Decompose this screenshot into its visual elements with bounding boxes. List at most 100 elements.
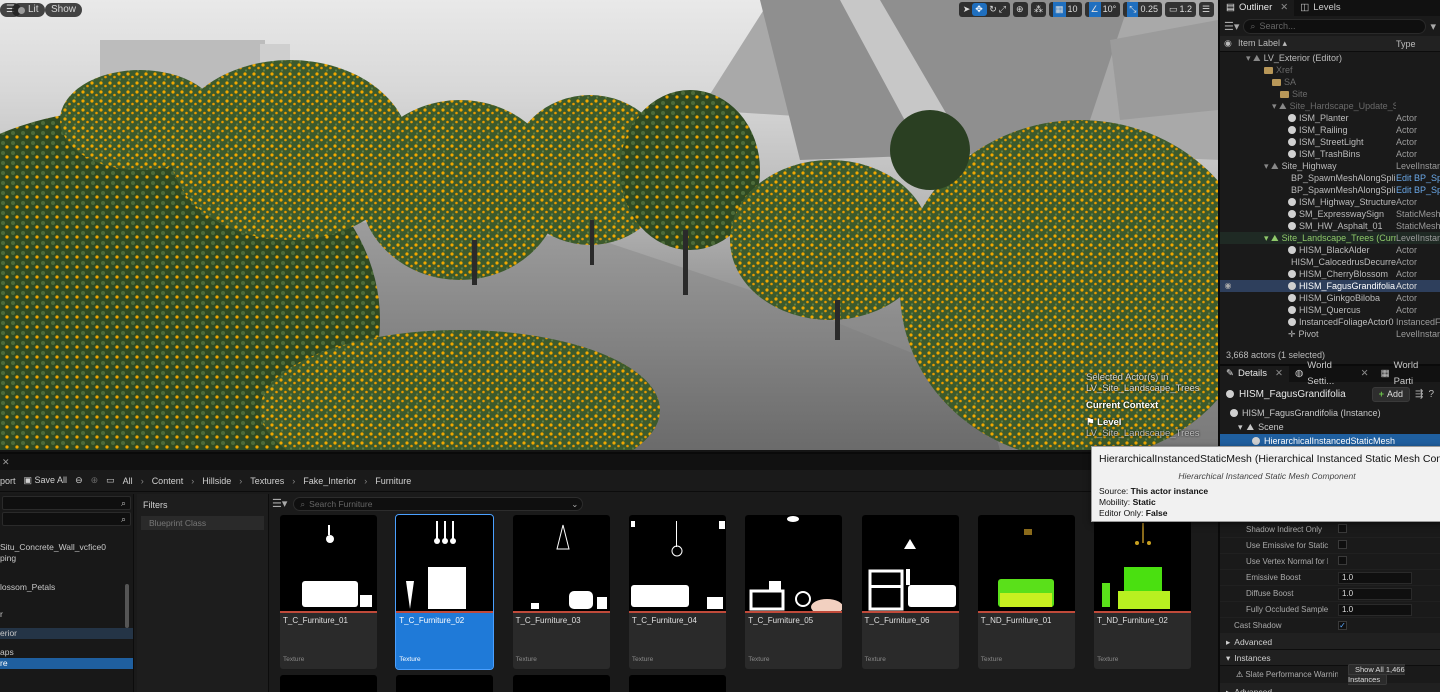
settings-icon[interactable]: ▾: [1430, 20, 1436, 33]
level-viewport[interactable]: ☰ Lit Show ➤ ✥ ↻ ⤢ ⊕ ⁂ ▦ 10 ∠ 10° ⤡ 0.25 ▭ 1…: [0, 0, 1218, 450]
outliner-row[interactable]: ISM_StreetLight Actor: [1220, 136, 1440, 148]
outliner-row[interactable]: Xref: [1220, 64, 1440, 76]
cast-shadow-checkbox[interactable]: [1338, 621, 1347, 630]
breadcrumb-separator-icon[interactable]: ›: [191, 476, 194, 486]
folder-tree-item[interactable]: ping: [0, 553, 133, 564]
save-all-button[interactable]: ▣ Save All: [24, 475, 68, 486]
outliner-search-input[interactable]: ⌕ Search...: [1243, 18, 1427, 34]
column-type[interactable]: Type: [1396, 39, 1440, 49]
import-button[interactable]: port: [0, 476, 16, 486]
show-all-instances-button[interactable]: Show All 1,466 Instances: [1348, 663, 1405, 685]
world-space-icon[interactable]: ⊕: [1013, 2, 1028, 17]
asset-tile[interactable]: [396, 675, 494, 692]
outliner-row[interactable]: HISM_GinkgoBiloba Actor: [1220, 292, 1440, 304]
outliner-row[interactable]: ISM_Railing Actor: [1220, 124, 1440, 136]
history-back-icon[interactable]: ⊖: [75, 475, 83, 486]
close-icon[interactable]: ✕: [1280, 0, 1288, 16]
surface-snap-icon[interactable]: ⁂: [1031, 2, 1046, 17]
property-number-field[interactable]: 1.0: [1338, 587, 1412, 600]
show-button[interactable]: Show: [45, 3, 83, 17]
breadcrumb-item[interactable]: All: [123, 476, 133, 486]
outliner-row[interactable]: Site: [1220, 88, 1440, 100]
asset-tile[interactable]: T_ND_Furniture_02 Texture: [1094, 515, 1192, 669]
component-instance-row[interactable]: HISM_FagusGrandifolia (Instance): [1220, 406, 1440, 420]
select-icon[interactable]: ➤: [963, 2, 971, 17]
property-number-field[interactable]: 1.0: [1338, 603, 1412, 616]
outliner-row[interactable]: HISM_CalocedrusDecurren Actor: [1220, 256, 1440, 268]
tab-levels[interactable]: ◫ Levels: [1294, 0, 1346, 16]
asset-tile[interactable]: T_C_Furniture_06 Texture: [861, 515, 959, 669]
close-icon[interactable]: ✕: [1275, 366, 1283, 382]
asset-tile[interactable]: [280, 675, 377, 692]
filter-chip-blueprint-class[interactable]: Blueprint Class: [141, 516, 264, 530]
property-number-field[interactable]: 1.0: [1338, 571, 1412, 584]
visibility-eye-icon[interactable]: ◉: [1220, 280, 1236, 292]
folder-search-input[interactable]: ⌕: [2, 496, 131, 510]
blueprint-icon[interactable]: ⇶: [1415, 389, 1423, 400]
property-checkbox[interactable]: [1338, 556, 1347, 565]
outliner-row[interactable]: ISM_Planter Actor: [1220, 112, 1440, 124]
outliner-row-type[interactable]: Edit BP_Spa: [1396, 172, 1440, 184]
folder-tree-item[interactable]: re: [0, 658, 133, 669]
tab-world-settings[interactable]: ◍ World Setti... ✕: [1289, 360, 1375, 387]
expand-icon[interactable]: ▾: [1238, 420, 1243, 434]
filter-menu-icon[interactable]: ☰▾: [272, 497, 287, 510]
asset-tile[interactable]: T_C_Furniture_03 Texture: [512, 515, 610, 669]
property-checkbox[interactable]: [1338, 540, 1347, 549]
breadcrumb-item[interactable]: Furniture: [375, 476, 411, 486]
collection-search-input[interactable]: ⌕: [2, 512, 131, 526]
history-forward-icon[interactable]: ⊕: [91, 475, 99, 486]
outliner-row[interactable]: ▾ ⛰Site_Highway LevelInstance: [1220, 160, 1440, 172]
breadcrumb-item[interactable]: Content: [152, 476, 184, 486]
close-icon[interactable]: ✕: [1361, 366, 1369, 382]
outliner-row[interactable]: ▾ ⛰ Site_Landscape_Trees (Curre LevelInsta…: [1220, 232, 1440, 244]
scale-icon[interactable]: ⤢: [999, 2, 1006, 17]
breadcrumb-separator-icon[interactable]: ›: [292, 476, 295, 486]
outliner-row[interactable]: SA: [1220, 76, 1440, 88]
advanced-section-2[interactable]: ▸ Advanced: [1220, 684, 1440, 692]
grid-snap-button[interactable]: ▦ 10: [1049, 2, 1082, 17]
advanced-section[interactable]: ▸ Advanced: [1220, 634, 1440, 650]
asset-tile[interactable]: T_ND_Furniture_01 Texture: [977, 515, 1075, 669]
add-component-button[interactable]: + Add: [1371, 386, 1411, 402]
outliner-row[interactable]: ✛Pivot LevelInstance: [1220, 328, 1440, 340]
folder-tree-item[interactable]: erior: [0, 628, 133, 639]
viewport-options-icon[interactable]: ☰: [1199, 2, 1214, 17]
breadcrumb-separator-icon[interactable]: ›: [239, 476, 242, 486]
breadcrumb-separator-icon[interactable]: ›: [364, 476, 367, 486]
outliner-row[interactable]: ◉ HISM_FagusGrandifolia Actor: [1220, 280, 1440, 292]
property-checkbox[interactable]: [1338, 524, 1347, 533]
breadcrumb-separator-icon[interactable]: ›: [141, 476, 144, 486]
breadcrumb-item[interactable]: Hillside: [202, 476, 231, 486]
tree-scrollbar[interactable]: [125, 584, 129, 628]
breadcrumb-item[interactable]: Fake_Interior: [303, 476, 356, 486]
camera-speed-button[interactable]: ▭ 1.2: [1164, 2, 1196, 17]
breadcrumb-item[interactable]: Textures: [250, 476, 284, 486]
outliner-row-type[interactable]: Edit BP_Spa: [1396, 184, 1440, 196]
folder-tree-item[interactable]: r: [0, 609, 133, 620]
tab-details[interactable]: ✎ Details ✕: [1220, 366, 1289, 382]
asset-tile[interactable]: [628, 675, 726, 692]
close-icon[interactable]: ✕: [2, 457, 10, 467]
lit-mode-button[interactable]: Lit: [12, 3, 45, 17]
outliner-row[interactable]: SM_ExpresswaySign StaticMesh: [1220, 208, 1440, 220]
column-item-label[interactable]: ◉ Item Label ▴: [1220, 38, 1396, 49]
scale-snap-button[interactable]: ⤡ 0.25: [1123, 2, 1162, 17]
move-icon[interactable]: ✥: [972, 3, 988, 16]
asset-tile[interactable]: [512, 675, 610, 692]
outliner-row[interactable]: HISM_CherryBlossom Actor: [1220, 268, 1440, 280]
asset-tile[interactable]: T_C_Furniture_01 Texture: [280, 515, 377, 669]
outliner-row[interactable]: ▾ ⛰ Site_Hardscape_Update_SD: [1220, 100, 1440, 112]
rotation-snap-button[interactable]: ∠ 10°: [1084, 2, 1121, 17]
outliner-row[interactable]: ISM_Highway_Structure Actor: [1220, 196, 1440, 208]
asset-tile[interactable]: T_C_Furniture_05 Texture: [745, 515, 843, 669]
tab-world-partition[interactable]: ▦ World Parti: [1375, 360, 1440, 387]
help-icon[interactable]: ?: [1428, 389, 1434, 400]
component-scene-row[interactable]: ▾ ⛰ Scene: [1220, 420, 1440, 434]
outliner-row[interactable]: HISM_Quercus Actor: [1220, 304, 1440, 316]
outliner-row[interactable]: BP_SpawnMeshAlongSplinEdit BP_Spa: [1220, 184, 1440, 196]
folder-tree-item[interactable]: Situ_Concrete_Wall_vcfice0: [0, 542, 133, 553]
folder-tree-item[interactable]: lossom_Petals: [0, 582, 133, 593]
outliner-row[interactable]: ▾ ⛰ LV_Exterior (Editor): [1220, 52, 1440, 64]
outliner-row[interactable]: SM_HW_Asphalt_01 StaticMesh: [1220, 220, 1440, 232]
